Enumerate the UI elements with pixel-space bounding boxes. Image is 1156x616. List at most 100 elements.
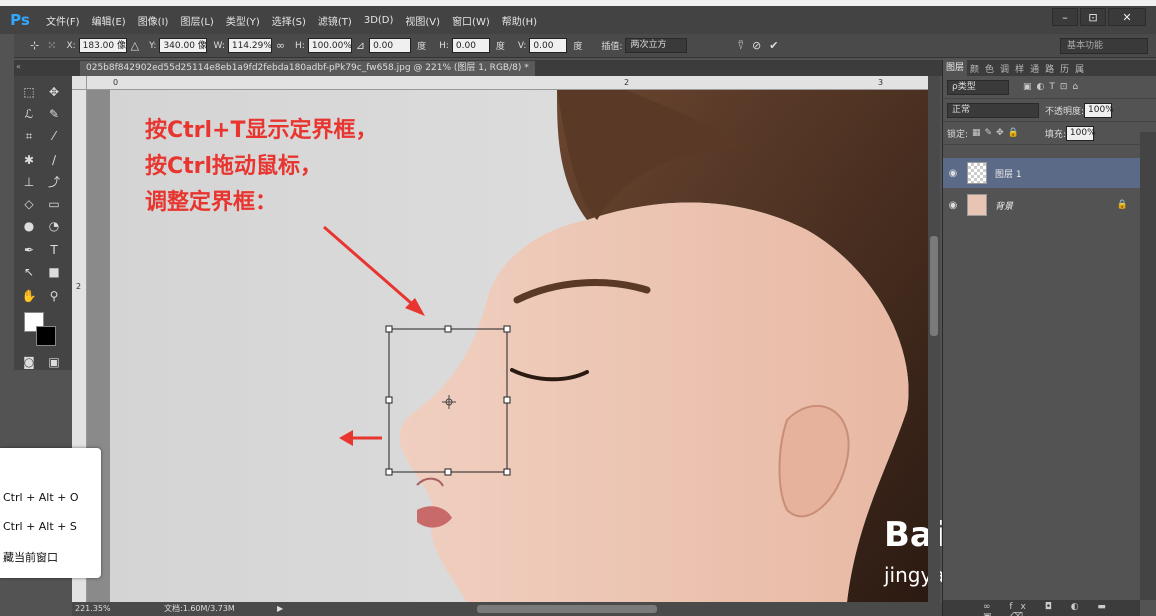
warp-icon[interactable]: ⍢: [737, 39, 744, 53]
eyedropper-icon[interactable]: ⁄: [44, 126, 64, 146]
menu-type[interactable]: 类型(Y): [220, 13, 266, 28]
tab-swatches[interactable]: 色: [982, 62, 997, 75]
panel-tabs: 图层 颜 色 调 样 通 路 历 属: [943, 60, 1156, 76]
w-input[interactable]: 114.29%: [227, 38, 272, 53]
menu-file[interactable]: 文件(F): [40, 13, 86, 28]
opacity-input[interactable]: 100%: [1084, 102, 1114, 118]
w-label: W:: [213, 40, 225, 51]
h-input[interactable]: 100.00%: [307, 38, 352, 53]
popup-item[interactable]: 藏当前窗口: [3, 549, 58, 565]
fill-input[interactable]: 100%: [1065, 125, 1096, 141]
close-button[interactable]: ✕: [1108, 8, 1146, 26]
canvas-vertical-scrollbar[interactable]: [928, 76, 940, 602]
lock-label: 锁定:: [947, 129, 969, 140]
layer-actions-icons[interactable]: ∞ fx ◘ ◐ ▬ ▣ ⌫: [983, 602, 1140, 616]
menu-help[interactable]: 帮助(H): [496, 13, 543, 28]
marquee-icon[interactable]: ⬚: [19, 82, 39, 102]
layer-filter-dropdown[interactable]: ρ类型: [947, 79, 1009, 95]
scrollbar-thumb[interactable]: [930, 236, 938, 336]
angle-icon: ⊿: [355, 39, 366, 52]
lock-icons[interactable]: ▦✎✥🔒: [972, 128, 1023, 138]
layer-row-background[interactable]: ◉ 背景 🔒: [943, 190, 1140, 220]
y-input[interactable]: 340.00 像: [159, 38, 208, 53]
tab-styles[interactable]: 样: [1012, 62, 1027, 75]
ps-logo: Ps: [10, 11, 30, 29]
doc-size: 文档:1.60M/3.73M: [164, 604, 235, 613]
tab-adjust[interactable]: 调: [997, 62, 1012, 75]
hand-icon[interactable]: ✋: [19, 286, 39, 306]
horizontal-scrollbar-thumb[interactable]: [477, 605, 657, 613]
history-brush-icon[interactable]: ⤴: [44, 172, 64, 192]
crop-icon[interactable]: ⌗: [19, 126, 39, 146]
blur-icon[interactable]: ●: [19, 216, 39, 236]
minimize-button[interactable]: –: [1052, 8, 1078, 26]
commit-transform-icon[interactable]: ✔: [769, 39, 778, 52]
ruler-tick: 2: [624, 78, 630, 87]
status-bar: 221.35% 文档:1.60M/3.73M ▶: [72, 602, 942, 616]
visibility-eye-icon[interactable]: ◉: [943, 200, 963, 211]
status-arrow-icon[interactable]: ▶: [277, 602, 283, 616]
visibility-eye-icon[interactable]: ◉: [943, 168, 963, 179]
pen-icon[interactable]: ✒: [19, 240, 39, 260]
document-tab[interactable]: 025b8f842902ed55d25114e8eb1a9fd2febda180…: [80, 61, 535, 76]
workspace-dropdown[interactable]: 基本功能: [1060, 38, 1148, 54]
healing-icon[interactable]: ✱: [19, 150, 39, 170]
hskew-input[interactable]: 0.00: [451, 38, 490, 53]
interp-dropdown[interactable]: 两次立方: [625, 38, 688, 53]
path-select-icon[interactable]: ↖: [19, 262, 39, 282]
layers-footer: ∞ fx ◘ ◐ ▬ ▣ ⌫: [943, 600, 1140, 616]
popup-item[interactable]: Ctrl + Alt + S: [3, 520, 77, 533]
x-input[interactable]: 183.00 像: [78, 38, 127, 53]
photoshop-window: Ps 文件(F) 编辑(E) 图像(I) 图层(L) 类型(Y) 选择(S) 滤…: [0, 0, 1156, 616]
tab-color[interactable]: 颜: [967, 62, 982, 75]
annotation-line-1: 按Ctrl+T显示定界框，: [145, 118, 378, 143]
layers-scrollbar[interactable]: [1140, 132, 1156, 600]
vskew-input[interactable]: 0.00: [529, 38, 568, 53]
reference-point-icon[interactable]: ⁙: [47, 39, 56, 52]
brush-icon[interactable]: ∕: [44, 150, 64, 170]
menu-image[interactable]: 图像(I): [132, 13, 175, 28]
cancel-transform-icon[interactable]: ⊘: [752, 39, 761, 52]
quick-mask-icon[interactable]: ◙: [19, 352, 39, 372]
popup-item[interactable]: Ctrl + Alt + O: [3, 491, 79, 504]
restore-button[interactable]: ⊡: [1080, 8, 1106, 26]
gradient-icon[interactable]: ▭: [44, 194, 64, 214]
zoom-icon[interactable]: ⚲: [44, 286, 64, 306]
tab-properties[interactable]: 属: [1072, 62, 1087, 75]
menu-layer[interactable]: 图层(L): [174, 13, 219, 28]
zoom-level[interactable]: 221.35%: [75, 602, 111, 616]
move-icon[interactable]: ✥: [44, 82, 64, 102]
type-icon[interactable]: T: [44, 240, 64, 260]
dodge-icon[interactable]: ◔: [44, 216, 64, 236]
quick-select-icon[interactable]: ✎: [44, 104, 64, 124]
fill-label: 填充:: [1044, 129, 1066, 140]
angle-input[interactable]: 0.00: [369, 38, 412, 53]
blend-mode-dropdown[interactable]: 正常: [947, 102, 1039, 118]
layer-filter-row: ρ类型 ▣◐T⊡⌂: [943, 76, 1156, 99]
tab-layers[interactable]: 图层: [943, 60, 968, 76]
stamp-icon[interactable]: ⊥: [19, 172, 39, 192]
delta-icon[interactable]: △: [131, 39, 139, 52]
link-icon[interactable]: ∞: [276, 39, 285, 52]
layer-row-1[interactable]: ◉ 图层 1: [943, 158, 1140, 188]
menu-view[interactable]: 视图(V): [399, 13, 446, 28]
menu-edit[interactable]: 编辑(E): [86, 13, 132, 28]
y-label: Y:: [149, 40, 157, 51]
layer-name[interactable]: 背景: [995, 199, 1013, 212]
lasso-icon[interactable]: ℒ: [19, 104, 39, 124]
menu-filter[interactable]: 滤镜(T): [312, 13, 358, 28]
eraser-icon[interactable]: ◇: [19, 194, 39, 214]
menu-select[interactable]: 选择(S): [266, 13, 312, 28]
filter-icons[interactable]: ▣◐T⊡⌂: [1023, 82, 1083, 92]
tab-history[interactable]: 历: [1057, 62, 1072, 75]
menu-window[interactable]: 窗口(W): [446, 13, 496, 28]
tab-channels[interactable]: 通: [1027, 62, 1042, 75]
vskew-unit: 度: [573, 42, 583, 52]
annotation-line-2: 按Ctrl拖动鼠标，: [145, 154, 323, 179]
screen-mode-icon[interactable]: ▣: [44, 352, 64, 372]
background-color-swatch[interactable]: [36, 326, 56, 346]
shape-icon[interactable]: ■: [44, 262, 64, 282]
tab-paths[interactable]: 路: [1042, 62, 1057, 75]
layer-name[interactable]: 图层 1: [995, 167, 1022, 180]
menu-3d[interactable]: 3D(D): [358, 15, 400, 26]
